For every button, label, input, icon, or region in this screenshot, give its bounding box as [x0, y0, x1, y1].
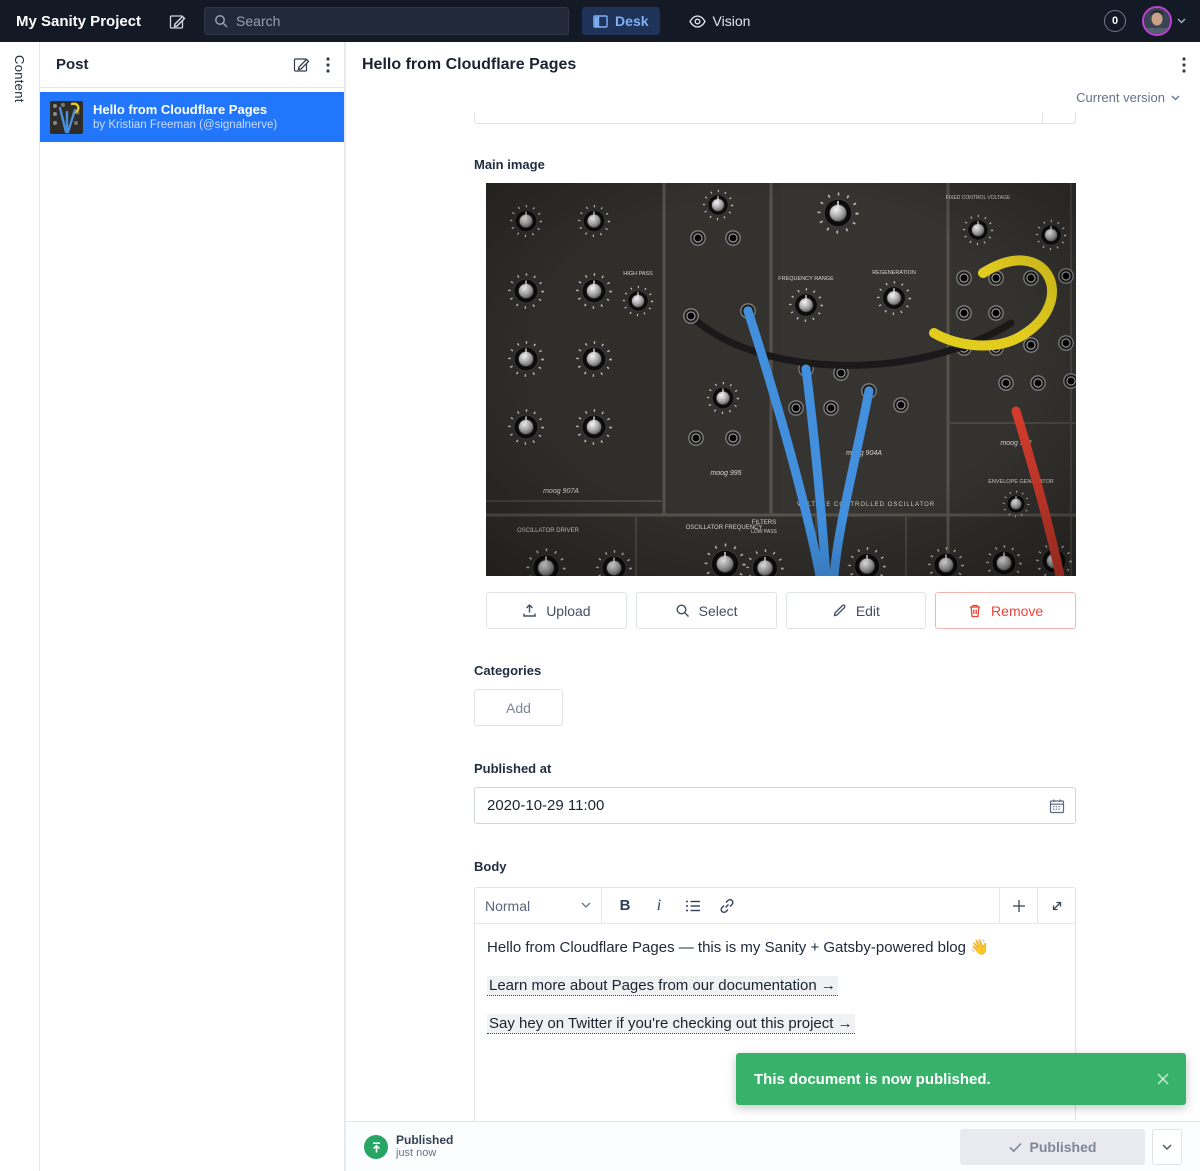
published-at-field	[474, 787, 1076, 824]
publish-toast: This document is now published.	[736, 1053, 1186, 1105]
style-selector[interactable]: Normal	[475, 888, 602, 923]
search-input[interactable]	[236, 13, 559, 29]
post-list-pane: Post	[40, 42, 345, 1171]
rail-tab-content[interactable]: Content	[12, 55, 27, 103]
top-navbar: My Sanity Project	[0, 0, 1200, 42]
pane-title: Post	[56, 56, 89, 73]
remove-button[interactable]: Remove	[935, 592, 1076, 629]
post-list-header: Post	[40, 42, 344, 88]
compose-icon	[169, 13, 186, 30]
publish-status-title: Published	[396, 1133, 453, 1147]
edit-button[interactable]: Edit	[786, 592, 927, 629]
publish-status-icon	[364, 1135, 388, 1159]
new-document-button[interactable]	[163, 7, 191, 35]
document-pane: Hello from Cloudflare Pages Current vers…	[345, 42, 1200, 1171]
desk-label: Desk	[615, 13, 648, 29]
bold-button[interactable]: B	[610, 892, 640, 920]
publish-status-time: just now	[396, 1147, 436, 1159]
document-menu-button[interactable]	[1182, 57, 1186, 73]
account-caret-icon[interactable]	[1177, 18, 1186, 24]
link-button[interactable]	[712, 892, 742, 920]
published-at-label: Published at	[474, 761, 551, 776]
chevron-down-icon	[1171, 95, 1180, 101]
editor-toolbar: Normal B i	[475, 888, 1075, 924]
tab-vision[interactable]: Vision	[678, 7, 762, 35]
edit-label: Edit	[856, 603, 880, 619]
global-search[interactable]	[204, 7, 569, 35]
slug-field-partial[interactable]	[474, 112, 1076, 124]
upload-label: Upload	[546, 603, 590, 619]
style-value: Normal	[485, 898, 530, 914]
document-footer: Published just now Published	[346, 1121, 1200, 1171]
sanity-studio: My Sanity Project	[0, 0, 1200, 1171]
categories-label: Categories	[474, 663, 541, 678]
fullscreen-button[interactable]	[1037, 888, 1075, 923]
upload-button[interactable]: Upload	[486, 592, 627, 629]
slug-generate-divider	[1042, 112, 1043, 123]
pencil-icon	[832, 603, 847, 618]
main-image-preview[interactable]: moog 907A HIGH PASS moog 995 FREQUENCY R…	[486, 183, 1076, 576]
add-category-button[interactable]: Add	[474, 689, 563, 726]
remove-label: Remove	[991, 603, 1043, 619]
close-icon[interactable]	[1156, 1072, 1170, 1086]
format-buttons: B i	[602, 888, 999, 923]
check-icon	[1009, 1142, 1022, 1153]
document-header: Hello from Cloudflare Pages Current vers…	[346, 42, 1200, 112]
calendar-icon[interactable]	[1049, 798, 1065, 814]
post-thumbnail	[50, 101, 83, 134]
version-label: Current version	[1076, 90, 1165, 105]
vision-label: Vision	[713, 13, 751, 29]
trash-icon	[968, 603, 982, 618]
upload-icon	[522, 603, 537, 618]
notification-badge[interactable]: 0	[1104, 10, 1126, 32]
main-image-label: Main image	[474, 157, 545, 172]
publish-button-label: Published	[1030, 1139, 1097, 1155]
image-actions: Upload Select	[486, 592, 1076, 629]
post-list-item-selected[interactable]: Hello from Cloudflare Pages by Kristian …	[40, 92, 344, 142]
chevron-down-icon	[581, 902, 591, 909]
post-item-title: Hello from Cloudflare Pages	[93, 101, 277, 118]
docs-link[interactable]: Learn more about Pages from our document…	[487, 976, 838, 996]
version-selector[interactable]: Current version	[1076, 90, 1180, 105]
body-paragraph: Hello from Cloudflare Pages — this is my…	[487, 937, 1063, 958]
post-item-subtitle: by Kristian Freeman (@signalnerve)	[93, 118, 277, 133]
body-label: Body	[474, 859, 507, 874]
eye-icon	[689, 15, 706, 28]
italic-button[interactable]: i	[644, 892, 674, 920]
avatar[interactable]	[1142, 6, 1172, 36]
project-title[interactable]: My Sanity Project	[16, 13, 141, 30]
publish-button[interactable]: Published	[960, 1129, 1145, 1165]
document-title: Hello from Cloudflare Pages	[362, 56, 576, 74]
content-rail: Content	[0, 42, 40, 1171]
bullet-list-button[interactable]	[678, 892, 708, 920]
select-label: Select	[699, 603, 738, 619]
toast-message: This document is now published.	[754, 1071, 991, 1088]
desk-icon	[593, 15, 608, 28]
tab-desk[interactable]: Desk	[582, 7, 659, 35]
published-at-input[interactable]	[475, 797, 1049, 814]
twitter-link[interactable]: Say hey on Twitter if you're checking ou…	[487, 1014, 855, 1034]
search-icon	[675, 603, 690, 618]
insert-block-button[interactable]	[999, 888, 1037, 923]
pane-menu-button[interactable]	[326, 57, 330, 73]
body-text[interactable]: Hello from Cloudflare Pages — this is my…	[475, 924, 1075, 1064]
navbar-right: 0	[1104, 6, 1200, 36]
select-button[interactable]: Select	[636, 592, 777, 629]
document-form: Main image	[346, 112, 1200, 1121]
search-icon	[214, 14, 228, 28]
new-post-button[interactable]	[293, 56, 310, 73]
publish-menu-button[interactable]	[1152, 1129, 1182, 1165]
